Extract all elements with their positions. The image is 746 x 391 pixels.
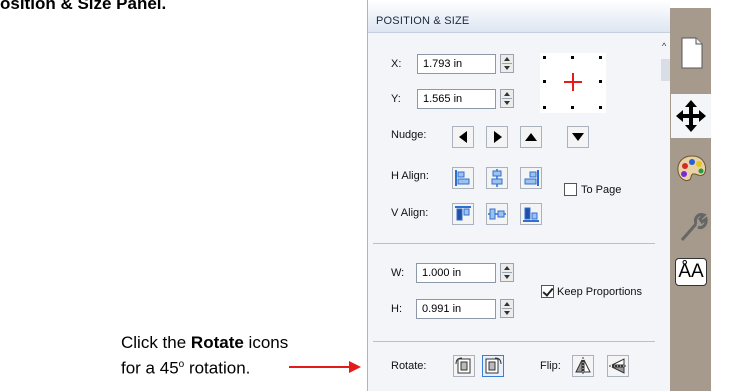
- caption-text-2: icons: [243, 333, 289, 352]
- y-spinner[interactable]: [500, 89, 514, 108]
- rotate-right-icon: [485, 357, 502, 374]
- y-label: Y:: [391, 93, 401, 105]
- ref-point-bl[interactable]: [543, 106, 546, 109]
- to-page-checkbox[interactable]: [564, 183, 577, 196]
- flip-horizontal-button[interactable]: [572, 355, 594, 377]
- document-icon: [681, 37, 703, 69]
- tab-document[interactable]: [671, 30, 711, 74]
- y-position-field[interactable]: [417, 89, 496, 109]
- flip-vertical-icon: [609, 358, 627, 374]
- height-field[interactable]: [416, 299, 496, 319]
- rotate-label: Rotate:: [391, 360, 427, 372]
- nudge-up-button[interactable]: [520, 126, 542, 148]
- arrow-down-icon: [572, 133, 584, 141]
- move-arrows-icon: [676, 100, 706, 132]
- x-position-field[interactable]: [417, 54, 496, 74]
- arrow-right-icon: [494, 131, 502, 143]
- arrow-left-icon: [459, 131, 467, 143]
- ref-point-mr[interactable]: [599, 80, 602, 83]
- tab-position-size[interactable]: [671, 94, 711, 138]
- caption-text-4: rotation.: [184, 358, 251, 378]
- tab-text[interactable]: ÅA: [671, 250, 711, 294]
- w-label: W:: [391, 267, 405, 279]
- align-center-v-button[interactable]: [486, 203, 508, 225]
- reference-point-selector[interactable]: [540, 53, 606, 113]
- section-divider: [373, 243, 655, 244]
- scroll-up-icon[interactable]: ^: [662, 41, 666, 51]
- keep-proportions-checkbox[interactable]: [541, 285, 554, 298]
- align-bottom-icon: [523, 207, 539, 222]
- caption-text-3: for a 45: [121, 358, 179, 378]
- align-right-button[interactable]: [520, 167, 542, 189]
- wrench-icon: [680, 213, 708, 241]
- flip-vertical-button[interactable]: [607, 355, 629, 377]
- rotate-left-button[interactable]: [453, 355, 475, 377]
- align-right-icon: [524, 170, 539, 186]
- position-size-panel: POSITION & SIZE X: Y: Nudge:: [367, 0, 671, 391]
- ref-point-bc[interactable]: [571, 106, 574, 109]
- rotate-left-icon: [455, 357, 471, 374]
- align-top-button[interactable]: [452, 203, 474, 225]
- align-top-icon: [455, 206, 471, 221]
- tab-tools[interactable]: [671, 204, 711, 248]
- tab-strip: ÅA: [670, 8, 711, 391]
- align-left-button[interactable]: [452, 167, 474, 189]
- width-spinner[interactable]: [500, 263, 514, 282]
- caption-rotate-bold: Rotate: [190, 333, 244, 352]
- align-left-icon: [455, 170, 470, 186]
- flip-horizontal-icon: [575, 357, 591, 375]
- panel-tab-sidebar: ÅA: [670, 0, 746, 391]
- x-spinner[interactable]: [500, 54, 514, 73]
- arrow-up-icon: [525, 133, 537, 141]
- ref-point-tc[interactable]: [571, 56, 574, 59]
- text-glyph-icon: ÅA: [675, 258, 707, 286]
- h-align-label: H Align:: [391, 170, 429, 182]
- align-center-vertical-icon: [488, 208, 506, 220]
- keep-proportions-label: Keep Proportions: [557, 286, 642, 298]
- nudge-down-button[interactable]: [567, 126, 589, 148]
- height-spinner[interactable]: [500, 299, 514, 318]
- to-page-label: To Page: [581, 184, 622, 196]
- align-center-horizontal-icon: [491, 169, 503, 187]
- align-bottom-button[interactable]: [520, 203, 542, 225]
- section-heading: osition & Size Panel.: [0, 0, 167, 13]
- caption-text-1: Click the: [121, 333, 191, 352]
- crosshair-icon: [564, 73, 582, 91]
- nudge-label: Nudge:: [391, 129, 427, 141]
- flip-label: Flip:: [540, 360, 561, 372]
- section-divider: [373, 341, 655, 342]
- pointer-arrow: [289, 361, 361, 373]
- x-label: X:: [391, 58, 402, 70]
- width-field[interactable]: [416, 263, 496, 283]
- ref-point-tl[interactable]: [543, 56, 546, 59]
- tab-color[interactable]: [671, 148, 711, 192]
- align-center-h-button[interactable]: [486, 167, 508, 189]
- rotate-right-button[interactable]: [482, 355, 504, 377]
- panel-title: POSITION & SIZE: [368, 0, 670, 33]
- v-align-label: V Align:: [391, 207, 429, 219]
- color-palette-icon: [677, 155, 707, 181]
- panel-body: X: Y: Nudge: H Align:: [368, 33, 661, 391]
- ref-point-ml[interactable]: [543, 80, 546, 83]
- h-label: H:: [391, 303, 402, 315]
- ref-point-br[interactable]: [599, 106, 602, 109]
- nudge-left-button[interactable]: [452, 126, 474, 148]
- ref-point-tr[interactable]: [599, 56, 602, 59]
- nudge-right-button[interactable]: [486, 126, 508, 148]
